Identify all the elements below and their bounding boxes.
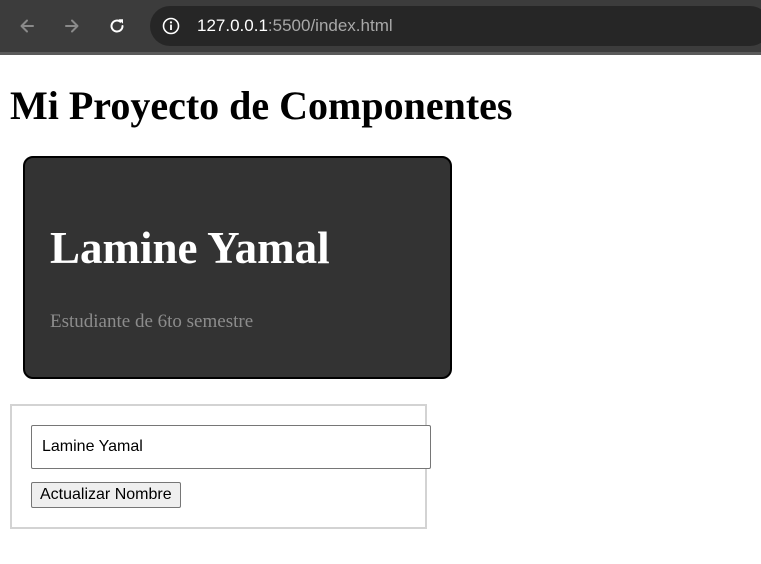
toolbar-divider [0, 52, 761, 55]
arrow-right-icon [65, 19, 79, 33]
reload-button[interactable] [103, 12, 131, 40]
profile-role: Estudiante de 6to semestre [50, 311, 254, 332]
url-path: :5500/index.html [267, 16, 393, 35]
update-name-button[interactable]: Actualizar Nombre [31, 482, 181, 508]
browser-toolbar: 127.0.0.1:5500/index.html [0, 0, 761, 52]
reload-icon [110, 19, 124, 33]
arrow-left-icon [20, 19, 34, 33]
page-title: Mi Proyecto de Componentes [10, 83, 513, 128]
url-text[interactable]: 127.0.0.1:5500/index.html [197, 15, 393, 37]
site-info-button[interactable] [161, 16, 181, 36]
profile-name: Lamine Yamal [50, 223, 330, 273]
address-bar[interactable]: 127.0.0.1:5500/index.html [150, 6, 761, 46]
update-name-form: Actualizar Nombre [10, 404, 431, 529]
url-host: 127.0.0.1 [197, 16, 268, 35]
profile-card: Lamine Yamal Estudiante de 6to semestre [23, 156, 452, 379]
back-button[interactable] [13, 12, 41, 40]
info-icon [162, 17, 180, 35]
name-input[interactable] [31, 425, 431, 469]
forward-button[interactable] [58, 12, 86, 40]
